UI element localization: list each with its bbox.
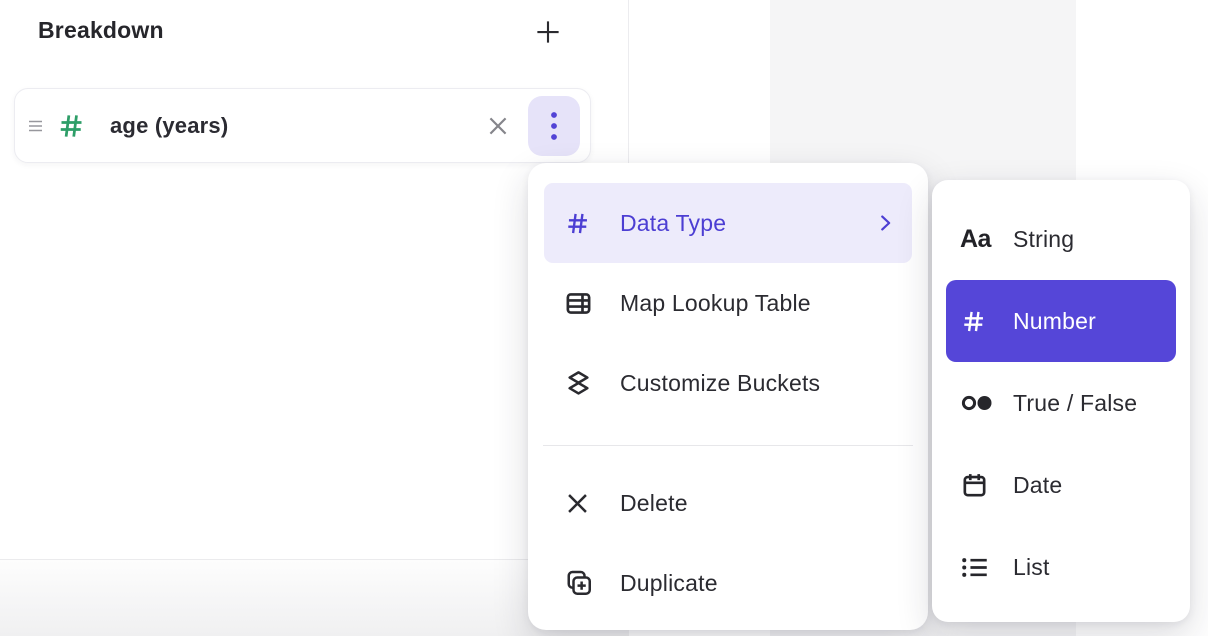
menu-item-label: Duplicate bbox=[620, 570, 896, 597]
submenu-item-list[interactable]: List bbox=[946, 526, 1176, 608]
number-type-icon bbox=[56, 111, 86, 141]
hash-icon bbox=[564, 210, 594, 237]
drag-handle-icon[interactable] bbox=[28, 114, 43, 138]
submenu-item-true-false[interactable]: True / False bbox=[946, 362, 1176, 444]
submenu-item-string[interactable]: Aa String bbox=[946, 198, 1176, 280]
add-breakdown-button[interactable] bbox=[529, 13, 567, 51]
hash-icon bbox=[960, 308, 996, 335]
kebab-menu-icon bbox=[541, 109, 567, 143]
menu-item-delete[interactable]: Delete bbox=[544, 463, 912, 543]
submenu-item-label: List bbox=[1013, 554, 1050, 581]
menu-item-duplicate[interactable]: Duplicate bbox=[544, 543, 912, 623]
aa-icon: Aa bbox=[960, 225, 996, 254]
plus-icon bbox=[533, 17, 563, 47]
menu-item-map-lookup-table[interactable]: Map Lookup Table bbox=[544, 263, 912, 343]
submenu-item-label: Date bbox=[1013, 472, 1062, 499]
menu-item-data-type[interactable]: Data Type bbox=[544, 183, 912, 263]
menu-item-label: Delete bbox=[620, 490, 896, 517]
page-title: Breakdown bbox=[38, 17, 164, 44]
layers-icon bbox=[564, 369, 594, 398]
menu-divider bbox=[543, 445, 913, 446]
table-icon bbox=[564, 289, 594, 318]
duplicate-icon bbox=[564, 568, 594, 598]
remove-field-button[interactable] bbox=[484, 112, 512, 140]
calendar-icon bbox=[960, 471, 996, 500]
chevron-right-icon bbox=[874, 212, 896, 234]
field-options-button[interactable] bbox=[528, 96, 580, 156]
list-icon bbox=[960, 554, 996, 581]
field-options-menu: Data Type Map Lookup Table bbox=[528, 163, 928, 630]
menu-item-label: Map Lookup Table bbox=[620, 290, 896, 317]
menu-item-label: Data Type bbox=[620, 210, 874, 237]
submenu-item-label: Number bbox=[1013, 308, 1096, 335]
submenu-item-date[interactable]: Date bbox=[946, 444, 1176, 526]
close-icon bbox=[485, 113, 511, 139]
toggle-circles-icon bbox=[960, 390, 996, 416]
data-type-submenu: Aa String Number True / False bbox=[932, 180, 1190, 622]
field-name: age (years) bbox=[110, 113, 484, 139]
submenu-item-number[interactable]: Number bbox=[946, 280, 1176, 362]
x-icon bbox=[564, 490, 594, 517]
submenu-item-label: String bbox=[1013, 226, 1074, 253]
submenu-item-label: True / False bbox=[1013, 390, 1137, 417]
menu-item-label: Customize Buckets bbox=[620, 370, 896, 397]
menu-item-customize-buckets[interactable]: Customize Buckets bbox=[544, 343, 912, 423]
breakdown-field-card[interactable]: age (years) bbox=[14, 88, 591, 163]
